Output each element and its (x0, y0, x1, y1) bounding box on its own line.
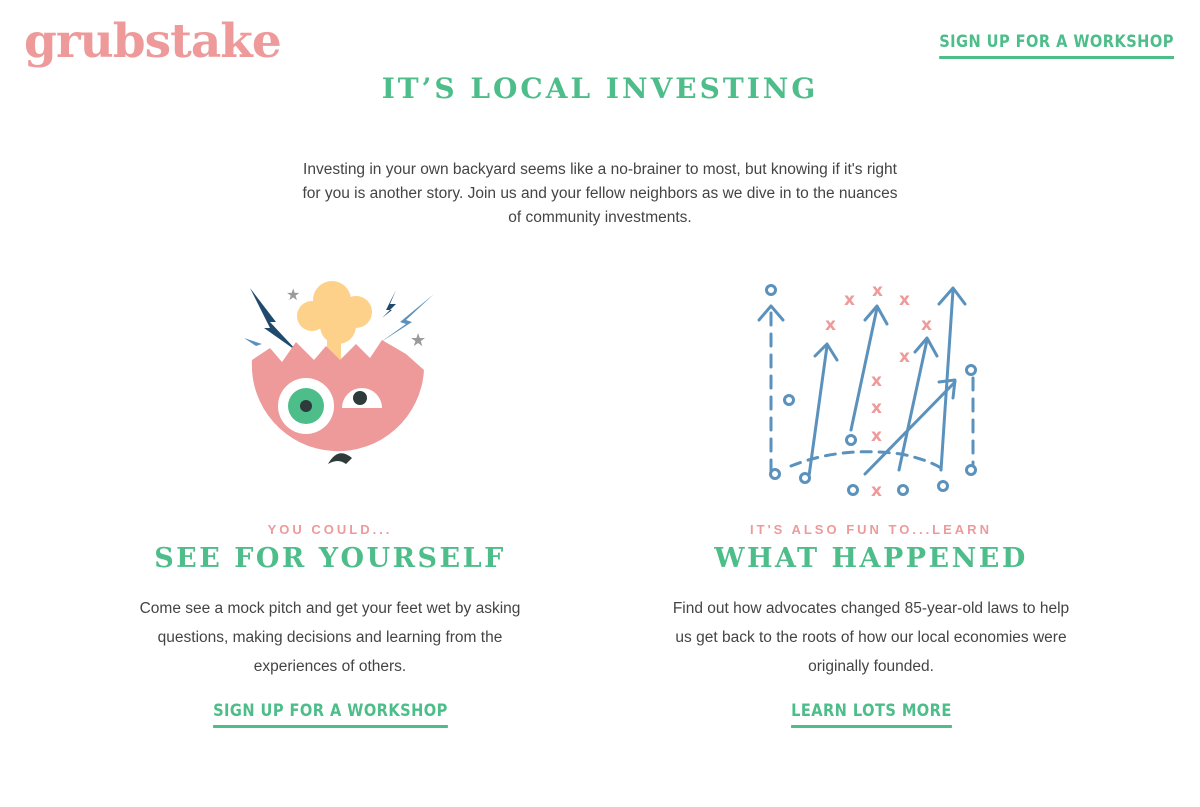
svg-text:x: x (825, 315, 836, 335)
svg-text:x: x (921, 315, 932, 335)
feature-what-happened: x x x x x x x x x x IT'S ALSO FUN TO...L… (641, 260, 1101, 728)
feature-title: WHAT HAPPENED (714, 543, 1028, 574)
svg-text:x: x (871, 371, 882, 391)
mind-blown-face-icon: ★ ★ (244, 281, 434, 464)
feature-text: Find out how advocates changed 85-year-o… (672, 600, 1070, 675)
svg-text:★: ★ (286, 285, 300, 304)
logo[interactable]: grubstake (24, 18, 282, 65)
svg-text:x: x (899, 347, 910, 367)
learn-lots-more-button[interactable]: LEARN LOTS MORE (790, 701, 952, 728)
svg-text:x: x (871, 398, 882, 418)
svg-text:x: x (844, 290, 855, 310)
svg-text:x: x (871, 481, 882, 500)
hero-title: IT’S LOCAL INVESTING (381, 72, 819, 105)
feature-kicker: YOU COULD... (267, 522, 393, 537)
svg-text:x: x (899, 290, 910, 310)
signup-workshop-button[interactable]: SIGN UP FOR A WORKSHOP (212, 701, 448, 728)
feature-title: SEE FOR YOURSELF (154, 543, 506, 574)
feature-kicker: IT'S ALSO FUN TO...LEARN (750, 522, 992, 537)
svg-text:x: x (871, 426, 882, 446)
feature-text: Come see a mock pitch and get your feet … (139, 600, 521, 675)
feature-see-for-yourself: ★ ★ YOU COULD... SEE FOR YOURSELF Come s… (100, 260, 560, 728)
intro-text: Investing in your own backyard seems lik… (302, 161, 898, 226)
signup-workshop-nav-link[interactable]: SIGN UP FOR A WORKSHOP (939, 32, 1174, 59)
game-plan-diagram-icon: x x x x x x x x x x (757, 281, 977, 500)
svg-text:x: x (872, 281, 883, 301)
svg-text:★: ★ (410, 330, 426, 351)
